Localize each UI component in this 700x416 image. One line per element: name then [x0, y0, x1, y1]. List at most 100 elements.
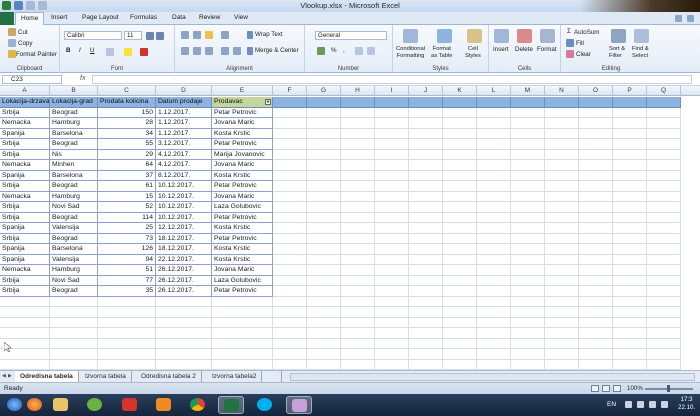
- empty-cell[interactable]: [375, 233, 409, 244]
- align-right-icon[interactable]: [205, 47, 213, 55]
- empty-cell[interactable]: [443, 160, 477, 171]
- empty-cell[interactable]: [341, 202, 375, 213]
- table-cell[interactable]: 37: [98, 170, 156, 181]
- empty-cell[interactable]: [647, 212, 681, 223]
- empty-cell[interactable]: [307, 254, 341, 265]
- empty-cell[interactable]: [511, 139, 545, 150]
- empty-cell[interactable]: [375, 170, 409, 181]
- cut-button[interactable]: Cut: [18, 29, 28, 36]
- taskbar-explorer[interactable]: [48, 396, 74, 414]
- empty-cell[interactable]: [409, 317, 443, 328]
- empty-cell[interactable]: [545, 118, 579, 129]
- empty-cell[interactable]: [511, 118, 545, 129]
- empty-cell[interactable]: [375, 223, 409, 234]
- empty-cell[interactable]: [613, 359, 647, 370]
- table-cell[interactable]: 10.12.2017.: [156, 181, 212, 192]
- empty-cell[interactable]: [579, 202, 613, 213]
- empty-cell[interactable]: [477, 286, 511, 297]
- empty-cell[interactable]: [0, 359, 50, 370]
- empty-cell[interactable]: [273, 286, 307, 297]
- fill-color-icon[interactable]: [124, 48, 132, 56]
- empty-cell[interactable]: [98, 349, 156, 360]
- empty-cell[interactable]: [50, 317, 98, 328]
- table-cell[interactable]: Spanija: [0, 128, 50, 139]
- table-cell[interactable]: 35: [98, 286, 156, 297]
- empty-cell[interactable]: [443, 296, 477, 307]
- empty-cell[interactable]: [545, 338, 579, 349]
- sort-filter-button[interactable]: Sort & Filter: [609, 46, 625, 59]
- empty-cell[interactable]: [647, 359, 681, 370]
- fill-button[interactable]: Fill: [576, 40, 584, 47]
- empty-cell[interactable]: [443, 275, 477, 286]
- column-header-e[interactable]: E: [212, 86, 273, 96]
- empty-cell[interactable]: [156, 338, 212, 349]
- empty-cell[interactable]: [545, 212, 579, 223]
- cell-styles-icon[interactable]: [467, 29, 482, 43]
- tab-formulas[interactable]: Formulas: [130, 14, 157, 21]
- wrap-text-button[interactable]: Wrap Text: [255, 31, 283, 38]
- column-header-g[interactable]: G: [307, 86, 341, 96]
- empty-cell[interactable]: [341, 97, 375, 108]
- empty-cell[interactable]: [50, 359, 98, 370]
- empty-cell[interactable]: [156, 349, 212, 360]
- empty-cell[interactable]: [307, 170, 341, 181]
- header-cell[interactable]: Datum prodaje: [156, 97, 212, 108]
- empty-cell[interactable]: [579, 254, 613, 265]
- decrease-decimal-icon[interactable]: [367, 47, 375, 55]
- empty-cell[interactable]: [579, 149, 613, 160]
- table-cell[interactable]: Srbija: [0, 202, 50, 213]
- empty-cell[interactable]: [307, 223, 341, 234]
- empty-cell[interactable]: [545, 254, 579, 265]
- empty-cell[interactable]: [545, 181, 579, 192]
- empty-cell[interactable]: [307, 149, 341, 160]
- table-cell[interactable]: Srbija: [0, 275, 50, 286]
- empty-cell[interactable]: [477, 160, 511, 171]
- empty-cell[interactable]: [511, 97, 545, 108]
- percent-style-icon[interactable]: %: [331, 47, 337, 54]
- empty-cell[interactable]: [341, 296, 375, 307]
- table-cell[interactable]: 94: [98, 254, 156, 265]
- empty-cell[interactable]: [647, 317, 681, 328]
- empty-cell[interactable]: [545, 359, 579, 370]
- empty-cell[interactable]: [375, 244, 409, 255]
- table-cell[interactable]: 28: [98, 118, 156, 129]
- empty-cell[interactable]: [579, 307, 613, 318]
- empty-cell[interactable]: [477, 317, 511, 328]
- empty-cell[interactable]: [307, 160, 341, 171]
- table-cell[interactable]: Spanija: [0, 244, 50, 255]
- table-cell[interactable]: Marija Jovanovic: [212, 149, 273, 160]
- empty-cell[interactable]: [409, 338, 443, 349]
- column-header-c[interactable]: C: [98, 86, 156, 96]
- format-as-table-icon[interactable]: [437, 29, 452, 43]
- empty-cell[interactable]: [579, 233, 613, 244]
- empty-cell[interactable]: [511, 128, 545, 139]
- empty-cell[interactable]: [579, 265, 613, 276]
- empty-cell[interactable]: [477, 349, 511, 360]
- font-color-icon[interactable]: [140, 48, 148, 56]
- empty-cell[interactable]: [341, 307, 375, 318]
- table-cell[interactable]: Hamburg: [50, 191, 98, 202]
- sheet-tab-izvorna-tabela2[interactable]: Izvorna tabela2: [207, 371, 263, 382]
- table-cell[interactable]: Nemacka: [0, 160, 50, 171]
- empty-cell[interactable]: [511, 275, 545, 286]
- table-cell[interactable]: 64: [98, 160, 156, 171]
- empty-cell[interactable]: [647, 118, 681, 129]
- empty-cell[interactable]: [511, 254, 545, 265]
- header-cell[interactable]: Prodata kolicina: [98, 97, 156, 108]
- empty-cell[interactable]: [273, 181, 307, 192]
- empty-cell[interactable]: [647, 296, 681, 307]
- empty-cell[interactable]: [477, 202, 511, 213]
- empty-cell[interactable]: [341, 149, 375, 160]
- empty-cell[interactable]: [273, 349, 307, 360]
- empty-cell[interactable]: [443, 139, 477, 150]
- empty-cell[interactable]: [307, 139, 341, 150]
- formula-input[interactable]: [92, 75, 692, 84]
- empty-cell[interactable]: [579, 317, 613, 328]
- table-cell[interactable]: Srbija: [0, 212, 50, 223]
- table-cell[interactable]: 4.12.2017.: [156, 149, 212, 160]
- empty-cell[interactable]: [375, 317, 409, 328]
- header-cell[interactable]: Lokacija-grad: [50, 97, 98, 108]
- empty-cell[interactable]: [341, 254, 375, 265]
- column-header-o[interactable]: O: [579, 86, 613, 96]
- empty-cell[interactable]: [647, 160, 681, 171]
